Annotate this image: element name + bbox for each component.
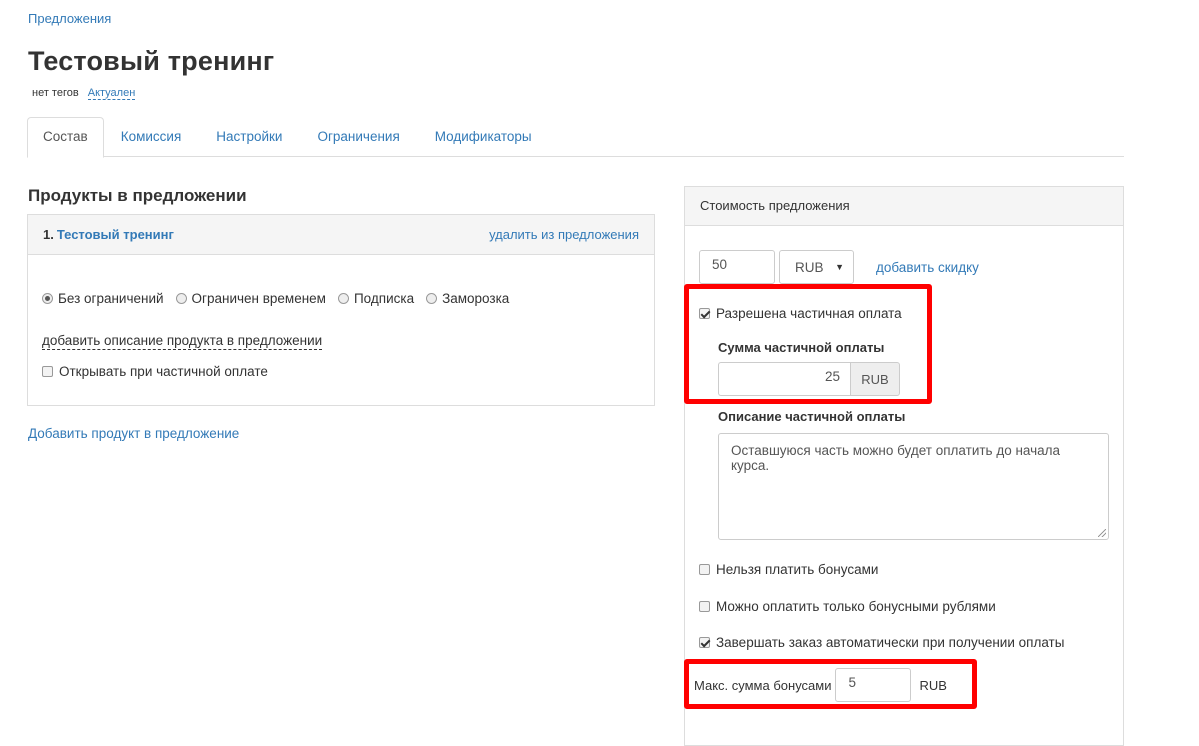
radio-freeze[interactable]: Заморозка xyxy=(426,291,509,306)
tabs-bar: Состав Комиссия Настройки Ограничения Мо… xyxy=(27,117,1124,158)
tab-settings[interactable]: Настройки xyxy=(198,117,300,157)
price-row: 50 RUB ▼ добавить скидку xyxy=(699,250,979,284)
partial-allowed-row[interactable]: Разрешена частичная оплата xyxy=(699,306,902,321)
tab-restrictions[interactable]: Ограничения xyxy=(299,117,417,157)
radio-subscription[interactable]: Подписка xyxy=(337,291,414,306)
product-name-link[interactable]: Тестовый тренинг xyxy=(57,227,174,242)
tab-composition[interactable]: Состав xyxy=(27,117,104,158)
radio-time-limited[interactable]: Ограничен временем xyxy=(175,291,326,306)
partial-sum-input[interactable]: 25 xyxy=(718,362,850,396)
max-bonus-row: Макс. сумма бонусами 5 RUB xyxy=(694,668,947,702)
radio-no-limits[interactable]: Без ограничений xyxy=(42,291,164,306)
add-product-link[interactable]: Добавить продукт в предложение xyxy=(28,426,239,441)
partial-desc-label: Описание частичной оплаты xyxy=(718,409,906,424)
product-header: 1. Тестовый тренинг удалить из предложени… xyxy=(28,215,654,255)
open-partial-checkbox-row[interactable]: Открывать при частичной оплате xyxy=(42,364,268,379)
product-number: 1. Тестовый тренинг xyxy=(43,227,174,242)
duration-radio-group: Без ограничений Ограничен временем Подпи… xyxy=(42,291,521,306)
partial-sum-label: Сумма частичной оплаты xyxy=(718,340,885,355)
page-title: Тестовый тренинг xyxy=(28,46,275,76)
only-bonuses-checkbox[interactable] xyxy=(699,601,710,612)
currency-select[interactable]: RUB ▼ xyxy=(779,250,854,284)
max-bonus-input[interactable]: 5 xyxy=(835,668,912,702)
cost-panel: Стоимость предложения 50 RUB ▼ добавить с… xyxy=(684,186,1124,746)
only-bonuses-row[interactable]: Можно оплатить только бонусными рублями xyxy=(699,599,996,614)
radio-button[interactable] xyxy=(337,293,349,304)
caret-down-icon: ▼ xyxy=(835,262,844,272)
radio-button[interactable] xyxy=(175,293,187,304)
resize-handle-icon[interactable] xyxy=(1098,529,1106,537)
add-description-link[interactable]: добавить описание продукта в предложении xyxy=(42,333,323,350)
offer-meta: нет тегов Актуален xyxy=(32,87,136,100)
radio-button[interactable] xyxy=(426,293,438,304)
remove-product-link[interactable]: удалить из предложения xyxy=(489,227,639,242)
breadcrumb-link[interactable]: Предложения xyxy=(28,11,111,26)
open-partial-checkbox[interactable] xyxy=(42,366,53,377)
product-panel: 1. Тестовый тренинг удалить из предложени… xyxy=(27,214,655,406)
products-section-title: Продукты в предложении xyxy=(28,186,247,205)
auto-complete-checkbox[interactable] xyxy=(699,637,710,648)
add-discount-link[interactable]: добавить скидку xyxy=(876,260,979,275)
tab-modifiers[interactable]: Модификаторы xyxy=(417,117,550,157)
cost-panel-title: Стоимость предложения xyxy=(685,187,1123,226)
no-bonuses-row[interactable]: Нельзя платить бонусами xyxy=(699,562,878,577)
partial-allowed-checkbox[interactable] xyxy=(699,308,710,319)
partial-sum-unit: RUB xyxy=(850,362,900,396)
status-link[interactable]: Актуален xyxy=(87,87,136,100)
price-input[interactable]: 50 xyxy=(699,250,775,284)
partial-desc-textarea[interactable]: Оставшуюся часть можно будет оплатить до… xyxy=(718,433,1109,540)
max-bonus-label: Макс. сумма бонусами xyxy=(694,677,832,693)
auto-complete-row[interactable]: Завершать заказ автоматически при получе… xyxy=(699,635,1064,650)
tags-text: нет тегов xyxy=(32,87,79,99)
partial-sum-group: 25 RUB xyxy=(718,362,900,396)
max-bonus-unit: RUB xyxy=(919,677,947,693)
radio-button[interactable] xyxy=(42,293,53,304)
tab-commission[interactable]: Комиссия xyxy=(103,117,200,157)
no-bonuses-checkbox[interactable] xyxy=(699,564,710,575)
